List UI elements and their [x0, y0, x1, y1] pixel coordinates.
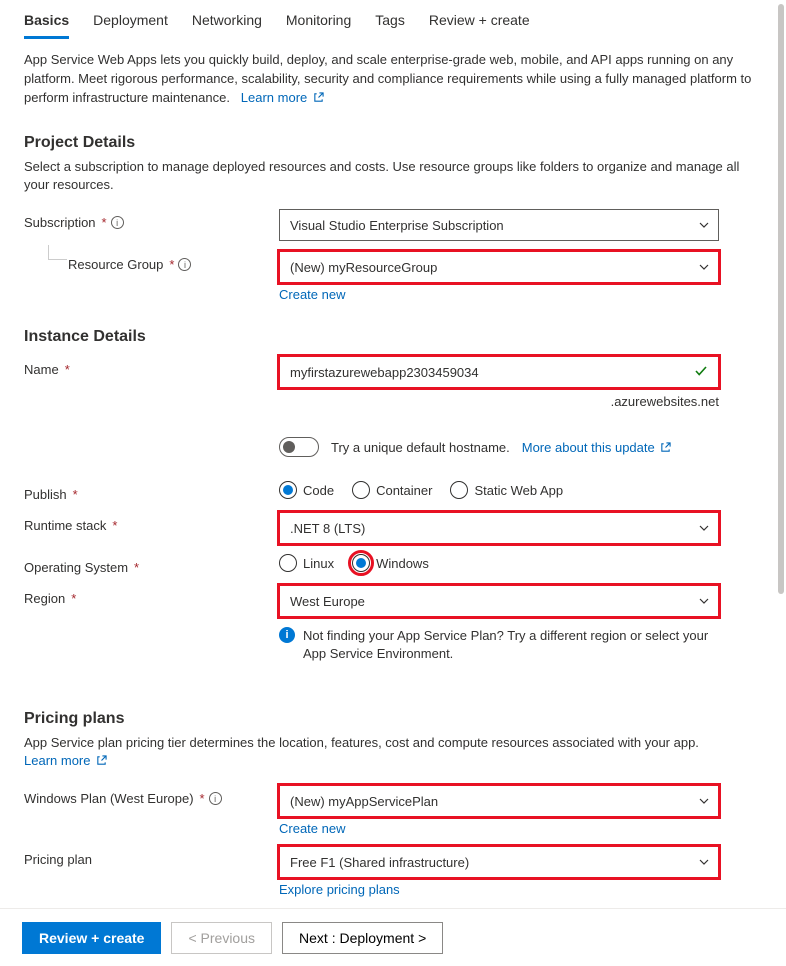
chevron-down-icon: [698, 795, 710, 807]
tab-deployment[interactable]: Deployment: [93, 6, 168, 39]
explore-pricing-link[interactable]: Explore pricing plans: [279, 882, 400, 897]
required-indicator: *: [112, 518, 117, 533]
chevron-down-icon: [698, 219, 710, 231]
required-indicator: *: [65, 362, 70, 377]
tab-basics[interactable]: Basics: [24, 6, 69, 39]
runtime-select[interactable]: .NET 8 (LTS): [279, 512, 719, 544]
pricing-desc: App Service plan pricing tier determines…: [24, 734, 762, 772]
check-icon: [694, 364, 708, 381]
tab-tags[interactable]: Tags: [375, 6, 405, 39]
info-icon[interactable]: i: [178, 258, 191, 271]
unique-hostname-toggle[interactable]: [279, 437, 319, 457]
os-linux-label: Linux: [303, 556, 334, 571]
chevron-down-icon: [698, 856, 710, 868]
plan-label: Windows Plan (West Europe): [24, 791, 194, 806]
chevron-down-icon: [698, 261, 710, 273]
instance-details-heading: Instance Details: [24, 328, 762, 346]
scrollbar[interactable]: [778, 4, 784, 594]
pricing-heading: Pricing plans: [24, 710, 762, 728]
required-indicator: *: [169, 257, 174, 272]
intro-learn-more-link[interactable]: Learn more: [241, 90, 324, 105]
publish-label: Publish: [24, 487, 67, 502]
os-radio-linux[interactable]: Linux: [279, 554, 334, 572]
project-details-heading: Project Details: [24, 134, 762, 152]
os-windows-label: Windows: [376, 556, 429, 571]
plan-select[interactable]: (New) myAppServicePlan: [279, 785, 719, 817]
publish-code-label: Code: [303, 483, 334, 498]
domain-suffix: .azurewebsites.net: [279, 394, 719, 409]
required-indicator: *: [134, 560, 139, 575]
subscription-value: Visual Studio Enterprise Subscription: [290, 218, 504, 233]
tab-monitoring[interactable]: Monitoring: [286, 6, 351, 39]
info-icon: i: [279, 627, 295, 643]
subscription-select[interactable]: Visual Studio Enterprise Subscription: [279, 209, 719, 241]
publish-radio-code[interactable]: Code: [279, 481, 334, 499]
resource-group-create-new-link[interactable]: Create new: [279, 287, 345, 302]
pricing-plan-select[interactable]: Free F1 (Shared infrastructure): [279, 846, 719, 878]
previous-button[interactable]: < Previous: [171, 922, 272, 954]
intro-body: App Service Web Apps lets you quickly bu…: [24, 52, 751, 105]
region-label: Region: [24, 591, 65, 606]
plan-create-new-link[interactable]: Create new: [279, 821, 345, 836]
chevron-down-icon: [698, 595, 710, 607]
pricing-plan-value: Free F1 (Shared infrastructure): [290, 855, 469, 870]
subscription-label: Subscription: [24, 215, 96, 230]
region-info-text: Not finding your App Service Plan? Try a…: [303, 627, 719, 663]
unique-hostname-link[interactable]: More about this update: [522, 440, 672, 455]
external-link-icon: [660, 442, 671, 453]
publish-radio-static[interactable]: Static Web App: [450, 481, 563, 499]
project-details-desc: Select a subscription to manage deployed…: [24, 158, 762, 196]
required-indicator: *: [200, 791, 205, 806]
region-value: West Europe: [290, 594, 365, 609]
pricing-learn-more-link[interactable]: Learn more: [24, 753, 107, 768]
resource-group-value: (New) myResourceGroup: [290, 260, 437, 275]
next-button[interactable]: Next : Deployment >: [282, 922, 443, 954]
resource-group-select[interactable]: (New) myResourceGroup: [279, 251, 719, 283]
os-radio-windows[interactable]: Windows: [352, 554, 429, 572]
unique-hostname-label: Try a unique default hostname.: [331, 440, 510, 455]
tab-review-create[interactable]: Review + create: [429, 6, 530, 39]
intro-text: App Service Web Apps lets you quickly bu…: [24, 51, 762, 108]
tab-networking[interactable]: Networking: [192, 6, 262, 39]
publish-container-label: Container: [376, 483, 432, 498]
plan-value: (New) myAppServicePlan: [290, 794, 438, 809]
name-label: Name: [24, 362, 59, 377]
region-select[interactable]: West Europe: [279, 585, 719, 617]
publish-static-label: Static Web App: [474, 483, 563, 498]
chevron-down-icon: [698, 522, 710, 534]
tab-bar: Basics Deployment Networking Monitoring …: [24, 0, 762, 39]
info-icon[interactable]: i: [209, 792, 222, 805]
wizard-footer: Review + create < Previous Next : Deploy…: [0, 908, 786, 966]
runtime-label: Runtime stack: [24, 518, 106, 533]
review-create-button[interactable]: Review + create: [22, 922, 161, 954]
required-indicator: *: [73, 487, 78, 502]
name-input[interactable]: myfirstazurewebapp2303459034: [279, 356, 719, 388]
os-label: Operating System: [24, 560, 128, 575]
publish-radio-container[interactable]: Container: [352, 481, 432, 499]
external-link-icon: [313, 92, 324, 103]
name-value: myfirstazurewebapp2303459034: [290, 365, 479, 380]
external-link-icon: [96, 755, 107, 766]
required-indicator: *: [102, 215, 107, 230]
pricing-plan-label: Pricing plan: [24, 852, 92, 867]
resource-group-label: Resource Group: [68, 257, 163, 272]
required-indicator: *: [71, 591, 76, 606]
info-icon[interactable]: i: [111, 216, 124, 229]
runtime-value: .NET 8 (LTS): [290, 521, 365, 536]
